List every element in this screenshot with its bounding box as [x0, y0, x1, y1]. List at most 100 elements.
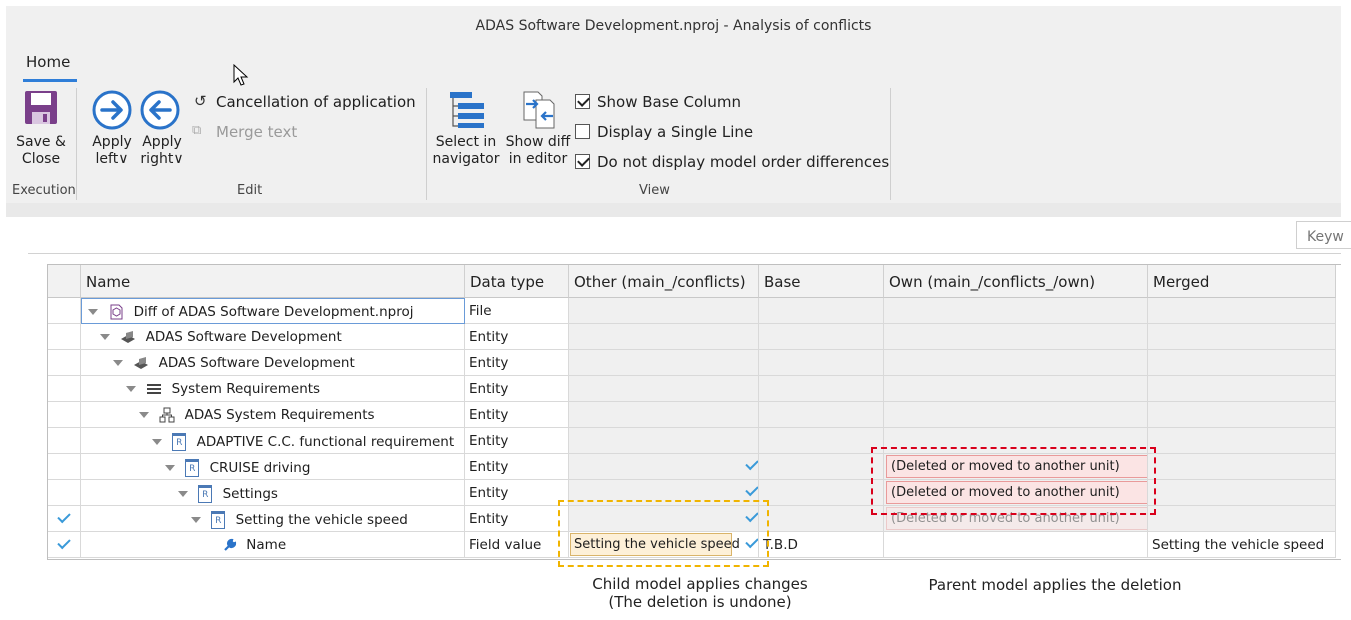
apply-left-button[interactable]: Apply left∨	[89, 90, 135, 170]
base-cell	[759, 428, 884, 454]
expand-arrow-icon[interactable]	[191, 517, 201, 523]
name-cell[interactable]: R ADAPTIVE C.C. functional requirement	[81, 428, 465, 454]
data-type-cell: Entity	[465, 428, 569, 454]
apply-left-line2: left∨	[95, 151, 129, 167]
check-mark-icon	[577, 94, 590, 107]
column-header-base[interactable]: Base	[759, 265, 884, 298]
row-check-cell[interactable]	[48, 454, 81, 480]
row-check-cell[interactable]	[48, 350, 81, 376]
other-cell	[569, 402, 759, 428]
expand-arrow-icon[interactable]	[152, 439, 162, 445]
base-cell: T.B.D	[759, 532, 884, 558]
own-cell	[884, 402, 1148, 428]
arrow-left-icon	[140, 90, 180, 130]
display-single-line-checkbox[interactable]	[575, 124, 590, 139]
column-header-name[interactable]: Name	[81, 265, 465, 298]
name-cell[interactable]: ADAS Software Development	[81, 350, 465, 376]
row-check-cell[interactable]	[48, 324, 81, 350]
select-in-navigator-button[interactable]: Select in navigator	[432, 90, 500, 170]
name-cell[interactable]: System Requirements	[81, 376, 465, 402]
column-header-merged[interactable]: Merged	[1148, 265, 1336, 298]
show-diff-label: Show diff in editor	[504, 134, 572, 168]
row-name: CRUISE driving	[209, 460, 311, 476]
table-row[interactable]: ADAS Software Development Entity	[48, 350, 1341, 376]
expand-arrow-icon[interactable]	[88, 309, 98, 315]
row-check-cell[interactable]	[48, 376, 81, 402]
table-row[interactable]: System Requirements Entity	[48, 376, 1341, 402]
expand-arrow-icon[interactable]	[113, 360, 123, 366]
save-close-line1: Save &	[16, 134, 66, 150]
show-diff-in-editor-button[interactable]: Show diff in editor	[504, 90, 572, 170]
column-header-own[interactable]: Own (main_/conflicts_/own)	[884, 265, 1148, 298]
name-cell[interactable]: R Setting the vehicle speed	[81, 506, 465, 532]
base-cell	[759, 402, 884, 428]
table-row[interactable]: ADAS Software Development Entity	[48, 324, 1341, 350]
name-cell[interactable]: ADAS Software Development	[81, 324, 465, 350]
requirement-icon: R	[211, 511, 226, 529]
table-row[interactable]: Diff of ADAS Software Development.nproj …	[48, 298, 1341, 324]
no-model-order-diff-checkbox[interactable]	[575, 154, 590, 169]
own-cell	[884, 376, 1148, 402]
merge-icon: ⧉	[192, 123, 202, 138]
expand-arrow-icon[interactable]	[178, 491, 188, 497]
merged-cell	[1148, 454, 1336, 480]
display-single-line-option[interactable]: Display a Single Line	[575, 123, 885, 143]
child-annotation-line2: (The deletion is undone)	[608, 593, 792, 611]
row-name: ADAS Software Development	[145, 329, 342, 345]
name-cell[interactable]: Name	[81, 532, 465, 558]
expand-arrow-icon[interactable]	[126, 386, 136, 392]
parent-model-highlight-box	[871, 447, 1156, 515]
row-check-cell[interactable]	[48, 402, 81, 428]
select-nav-line2: navigator	[432, 151, 500, 167]
tab-home[interactable]: Home	[26, 53, 70, 71]
apply-right-button[interactable]: Apply right∨	[137, 90, 187, 170]
row-check-cell[interactable]	[48, 428, 81, 454]
own-cell	[884, 532, 1148, 558]
group-separator	[426, 88, 427, 200]
keyword-search-input[interactable]	[1305, 228, 1351, 246]
applied-check-icon	[745, 456, 758, 471]
expand-arrow-icon[interactable]	[139, 412, 149, 418]
check-mark-icon	[577, 154, 590, 167]
list-icon	[147, 384, 162, 394]
merged-cell	[1148, 506, 1336, 532]
merged-cell	[1148, 428, 1336, 454]
column-header-data-type[interactable]: Data type	[465, 265, 569, 298]
apply-left-line1: Apply	[92, 134, 132, 150]
keyword-search-box[interactable]	[1296, 221, 1351, 249]
select-nav-line1: Select in	[435, 134, 497, 150]
group-separator	[890, 88, 891, 200]
column-header-other[interactable]: Other (main_/conflicts)	[569, 265, 759, 298]
name-cell[interactable]: R CRUISE driving	[81, 454, 465, 480]
no-model-order-diff-option[interactable]: Do not display model order differences	[575, 153, 889, 173]
name-cell[interactable]: R Settings	[81, 480, 465, 506]
row-check-cell[interactable]	[48, 480, 81, 506]
save-close-button[interactable]: Save & Close	[10, 90, 72, 170]
save-close-line2: Close	[21, 151, 61, 167]
apply-right-line2: right∨	[140, 151, 184, 167]
own-cell	[884, 350, 1148, 376]
row-check-cell[interactable]	[48, 532, 81, 558]
row-name: ADAS Software Development	[158, 355, 355, 371]
merged-cell	[1148, 480, 1336, 506]
expand-arrow-icon[interactable]	[100, 334, 110, 340]
show-base-column-checkbox[interactable]	[575, 94, 590, 109]
row-check-cell[interactable]	[48, 506, 81, 532]
child-model-annotation: Child model applies changes (The deletio…	[560, 575, 840, 611]
name-cell[interactable]: ADAS System Requirements	[81, 402, 465, 428]
show-base-column-option[interactable]: Show Base Column	[575, 93, 885, 113]
wrench-icon	[224, 538, 237, 551]
table-row[interactable]: ADAS System Requirements Entity	[48, 402, 1341, 428]
show-diff-line1: Show diff	[505, 134, 571, 150]
name-cell[interactable]: Diff of ADAS Software Development.nproj	[81, 298, 465, 324]
group-label-execution: Execution	[12, 183, 76, 198]
mouse-cursor-icon	[233, 64, 249, 86]
row-name: Diff of ADAS Software Development.nproj	[133, 304, 414, 320]
expand-arrow-icon[interactable]	[165, 465, 175, 471]
project-icon	[110, 304, 123, 320]
row-check-cell[interactable]	[48, 298, 81, 324]
other-cell[interactable]	[569, 454, 759, 480]
merged-cell	[1148, 298, 1336, 324]
merged-cell	[1148, 402, 1336, 428]
data-type-cell: Entity	[465, 376, 569, 402]
